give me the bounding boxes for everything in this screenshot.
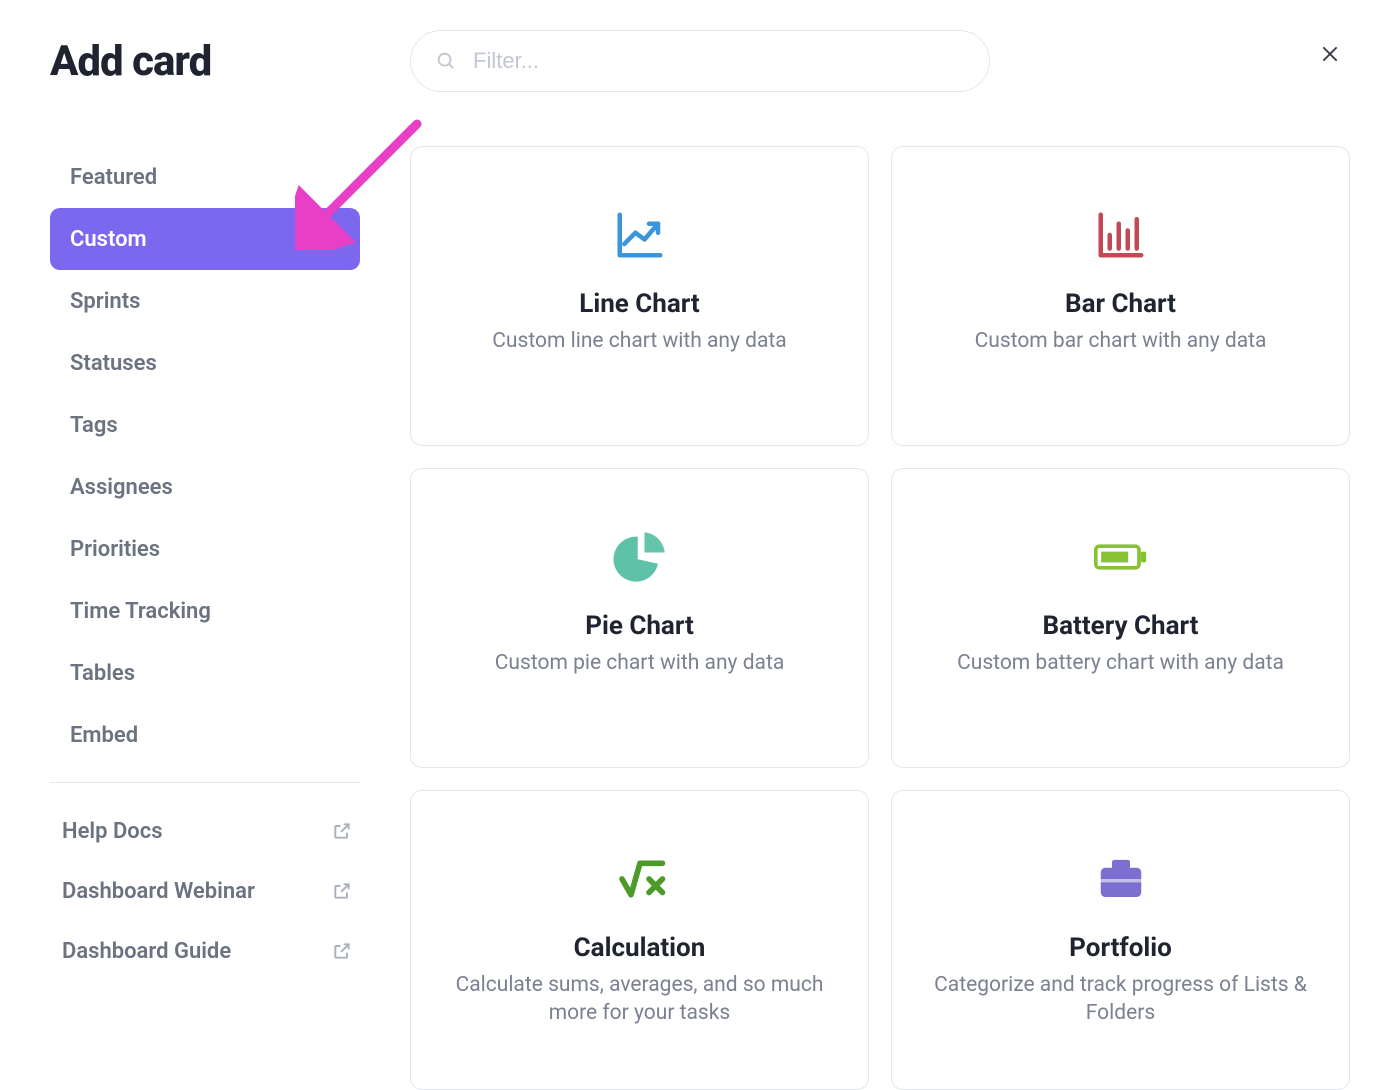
card-desc: Custom pie chart with any data <box>495 649 785 677</box>
card-bar-chart[interactable]: Bar Chart Custom bar chart with any data <box>891 146 1350 446</box>
sidebar-item-custom[interactable]: Custom <box>50 208 360 270</box>
sidebar-divider <box>50 782 360 783</box>
card-portfolio[interactable]: Portfolio Categorize and track progress … <box>891 790 1350 1090</box>
sidebar-link-help-docs[interactable]: Help Docs <box>50 801 360 861</box>
card-line-chart[interactable]: Line Chart Custom line chart with any da… <box>410 146 869 446</box>
card-title: Bar Chart <box>1065 289 1176 319</box>
sidebar-item-label: Statuses <box>70 351 157 376</box>
card-desc: Custom bar chart with any data <box>975 327 1267 355</box>
sidebar-item-tags[interactable]: Tags <box>50 394 360 456</box>
sidebar-item-label: Custom <box>70 227 147 252</box>
sidebar-item-label: Sprints <box>70 289 140 314</box>
pie-chart-icon <box>613 527 667 587</box>
search-icon <box>435 50 457 72</box>
filter-input-wrap[interactable] <box>410 30 990 92</box>
filter-input[interactable] <box>471 31 965 91</box>
card-title: Battery Chart <box>1043 611 1199 641</box>
sidebar-item-assignees[interactable]: Assignees <box>50 456 360 518</box>
sidebar-item-featured[interactable]: Featured <box>50 146 360 208</box>
close-icon <box>1320 44 1340 68</box>
sidebar-item-embed[interactable]: Embed <box>50 704 360 766</box>
sidebar-item-label: Assignees <box>70 475 173 500</box>
sidebar-link-label: Dashboard Webinar <box>62 879 255 904</box>
card-desc: Custom line chart with any data <box>492 327 786 355</box>
sidebar-item-label: Priorities <box>70 537 160 562</box>
portfolio-icon <box>1094 849 1148 909</box>
battery-chart-icon <box>1094 527 1148 587</box>
external-link-icon <box>332 941 352 961</box>
card-battery-chart[interactable]: Battery Chart Custom battery chart with … <box>891 468 1350 768</box>
card-grid: Line Chart Custom line chart with any da… <box>410 146 1350 1090</box>
card-title: Line Chart <box>579 289 699 319</box>
bar-chart-icon <box>1094 205 1148 265</box>
external-link-icon <box>332 821 352 841</box>
line-chart-icon <box>613 205 667 265</box>
card-title: Pie Chart <box>585 611 694 641</box>
card-desc: Categorize and track progress of Lists &… <box>926 971 1315 1028</box>
sidebar-link-label: Dashboard Guide <box>62 939 231 964</box>
sidebar-item-sprints[interactable]: Sprints <box>50 270 360 332</box>
card-desc: Calculate sums, averages, and so much mo… <box>445 971 834 1028</box>
sidebar: Featured Custom Sprints Statuses Tags As… <box>50 146 360 1090</box>
sidebar-item-label: Featured <box>70 165 157 190</box>
sidebar-item-label: Tags <box>70 413 118 438</box>
sidebar-item-time-tracking[interactable]: Time Tracking <box>50 580 360 642</box>
sidebar-item-label: Embed <box>70 723 138 748</box>
card-calculation[interactable]: Calculation Calculate sums, averages, an… <box>410 790 869 1090</box>
sidebar-item-label: Time Tracking <box>70 599 211 624</box>
sidebar-link-label: Help Docs <box>62 819 163 844</box>
sidebar-item-tables[interactable]: Tables <box>50 642 360 704</box>
external-link-icon <box>332 881 352 901</box>
sidebar-item-label: Tables <box>70 661 135 686</box>
card-pie-chart[interactable]: Pie Chart Custom pie chart with any data <box>410 468 869 768</box>
sidebar-link-dashboard-webinar[interactable]: Dashboard Webinar <box>50 861 360 921</box>
page-title: Add card <box>50 37 410 86</box>
card-desc: Custom battery chart with any data <box>957 649 1284 677</box>
sidebar-item-statuses[interactable]: Statuses <box>50 332 360 394</box>
calculation-icon <box>613 849 667 909</box>
card-title: Portfolio <box>1069 933 1172 963</box>
sidebar-item-priorities[interactable]: Priorities <box>50 518 360 580</box>
card-title: Calculation <box>574 933 706 963</box>
close-button[interactable] <box>1310 36 1350 76</box>
sidebar-link-dashboard-guide[interactable]: Dashboard Guide <box>50 921 360 981</box>
